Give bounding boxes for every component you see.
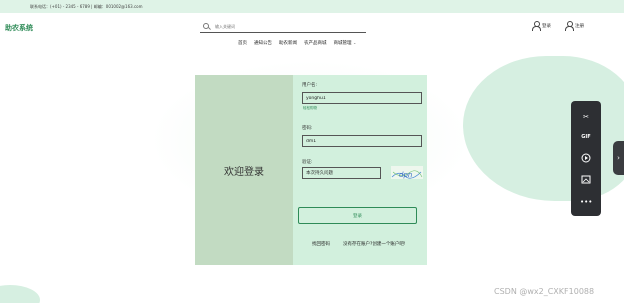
create-account-link[interactable]: 没有存在账户?创建一个账户吧!	[343, 241, 406, 247]
search-bar[interactable]	[200, 20, 366, 33]
gif-icon[interactable]: GIF	[580, 132, 592, 142]
username-field[interactable]	[302, 92, 422, 104]
register-link[interactable]: 注册	[565, 21, 584, 31]
nav-item-mall-admin-label: 商城管理	[333, 41, 352, 46]
nav-item-notices[interactable]: 通知公告	[254, 40, 272, 46]
captcha-text: dpn	[399, 171, 412, 179]
search-icon[interactable]	[203, 23, 209, 29]
contact-strip: 联系电话：(+01) - 2345 - 6789 | 邮编：001002@163…	[0, 0, 624, 13]
watermark: CSDN @wx2_CXKF10088	[494, 287, 595, 296]
chevron-down-icon: ⌄	[352, 40, 357, 45]
scissors-icon[interactable]: ✂	[580, 112, 592, 122]
login-form: 用户名: 轻松购物 密码: 验证: dpn 登录 找回密码 没有存在账户?创建一…	[293, 75, 427, 265]
captcha-graphic: dpn	[391, 170, 423, 179]
search-input[interactable]	[215, 23, 355, 29]
welcome-title: 欢迎登录	[224, 166, 264, 178]
login-welcome-pane: 欢迎登录	[195, 75, 293, 265]
password-label: 密码:	[302, 126, 313, 131]
forgot-password-link[interactable]: 找回密码	[312, 241, 330, 247]
main-nav: 首页 通知公告 助农新闻 农产品商城 商城管理 ⌄	[238, 40, 356, 46]
nav-item-news[interactable]: 助农新闻	[279, 40, 297, 46]
background-blob-left	[0, 285, 40, 303]
user-icon	[532, 21, 541, 31]
play-icon[interactable]	[580, 153, 592, 163]
password-field[interactable]	[302, 135, 422, 147]
nav-item-home[interactable]: 首页	[238, 40, 247, 46]
captcha-label: 验证:	[302, 160, 313, 165]
image-icon[interactable]	[580, 175, 592, 185]
login-submit-button[interactable]: 登录	[298, 207, 417, 224]
username-label: 用户名:	[302, 83, 318, 88]
captcha-image[interactable]: dpn	[391, 166, 423, 179]
chevron-right-icon: ›	[617, 154, 620, 162]
login-panel: 欢迎登录 用户名: 轻松购物 密码: 验证: dpn 登录 找回密码 没有存在账…	[195, 75, 427, 265]
more-icon[interactable]: •••	[580, 197, 592, 207]
side-expand-tab[interactable]: ›	[613, 141, 624, 175]
captcha-field[interactable]	[302, 167, 381, 179]
login-link[interactable]: 登录	[532, 21, 551, 31]
site-header: 助农系统 登录 注册 首页 通知公告 助农新闻 农产品商城 商城管理 ⌄	[0, 13, 624, 51]
login-link-label: 登录	[542, 23, 551, 29]
nav-item-mall-admin[interactable]: 商城管理 ⌄	[334, 40, 357, 46]
floating-toolbar: ✂ GIF •••	[571, 101, 601, 216]
user-add-icon	[565, 21, 574, 31]
contact-text: 联系电话：(+01) - 2345 - 6789 | 邮编：001002@163…	[30, 3, 143, 9]
register-link-label: 注册	[575, 23, 584, 29]
site-logo[interactable]: 助农系统	[5, 23, 33, 33]
username-hint: 轻松购物	[303, 106, 317, 110]
nav-item-mall[interactable]: 农产品商城	[304, 40, 327, 46]
